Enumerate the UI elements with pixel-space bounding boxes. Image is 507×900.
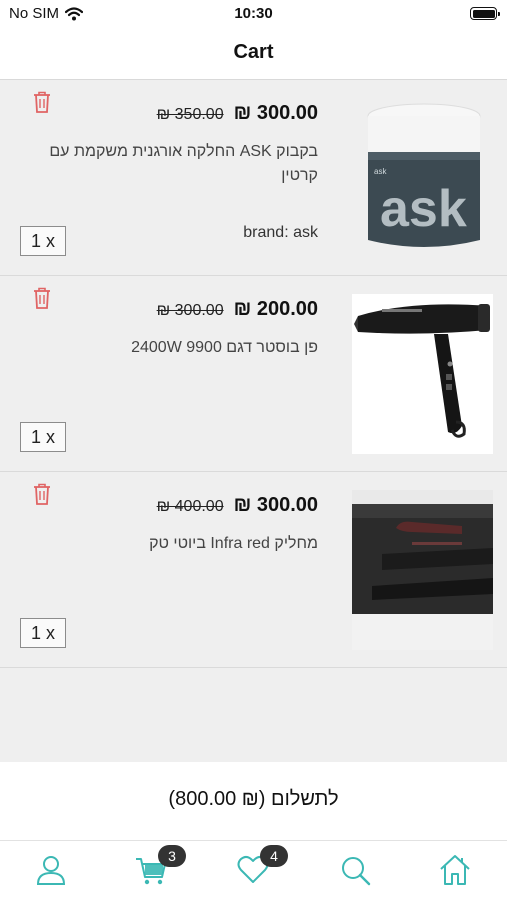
checkout-bar[interactable]: לתשלום (₪ 800.00)	[0, 762, 507, 840]
product-name[interactable]: בקבוק ASK החלקה אורגנית משקמת עם קרטין	[38, 140, 318, 188]
home-icon	[440, 855, 470, 885]
cart-count-badge: 3	[158, 845, 186, 867]
total-to-pay[interactable]: לתשלום (₪ 800.00)	[0, 788, 507, 811]
sale-price: ₪ 300.00	[233, 102, 318, 124]
price-row: ₪ 300.00 ₪ 200.00	[157, 298, 318, 321]
cart-list: ₪ 350.00 ₪ 300.00 בקבוק ASK החלקה אורגני…	[0, 80, 507, 762]
sale-price: ₪ 300.00	[233, 494, 318, 516]
tab-wishlist[interactable]: 4	[236, 845, 288, 887]
trash-icon[interactable]	[32, 90, 52, 114]
product-brand: brand: ask	[243, 224, 318, 241]
wishlist-count-badge: 4	[260, 845, 288, 867]
cart-item-ask-bottle: ₪ 350.00 ₪ 300.00 בקבוק ASK החלקה אורגני…	[0, 80, 507, 276]
tab-cart[interactable]: 3	[134, 845, 186, 887]
search-icon	[342, 857, 371, 886]
quantity-selector[interactable]: 1 x	[20, 422, 66, 452]
sale-price: ₪ 200.00	[233, 298, 318, 320]
svg-text:ask: ask	[380, 180, 467, 238]
cart-item-hair-dryer: ₪ 300.00 ₪ 200.00 פן בוסטר דגם 9900 2400…	[0, 276, 507, 472]
tab-bar: 3 4	[0, 840, 507, 900]
svg-text:ask: ask	[374, 167, 387, 176]
trash-icon[interactable]	[32, 286, 52, 310]
page-title: Cart	[233, 41, 274, 63]
user-icon	[36, 856, 66, 885]
product-name[interactable]: מחליק Infra red ביוטי טק	[38, 532, 318, 556]
navigation-bar: Cart	[0, 28, 507, 80]
tab-search[interactable]	[338, 853, 374, 887]
original-price: ₪ 300.00	[156, 302, 224, 319]
trash-icon[interactable]	[32, 482, 52, 506]
tab-profile[interactable]	[34, 853, 70, 887]
cart-item-straightener: ₪ 400.00 ₪ 300.00 מחליק Infra red ביוטי …	[0, 472, 507, 668]
status-bar: No SIM 10:30	[0, 0, 507, 28]
tab-home[interactable]	[438, 853, 474, 887]
product-image[interactable]	[352, 490, 493, 650]
price-row: ₪ 400.00 ₪ 300.00	[157, 494, 318, 517]
battery-icon	[470, 7, 500, 20]
product-image[interactable]: ask ask	[352, 98, 493, 258]
product-image[interactable]	[352, 294, 493, 454]
original-price: ₪ 400.00	[156, 498, 224, 515]
original-price: ₪ 350.00	[156, 106, 224, 123]
price-row: ₪ 350.00 ₪ 300.00	[157, 102, 318, 125]
clock: 10:30	[234, 5, 273, 22]
quantity-selector[interactable]: 1 x	[20, 618, 66, 648]
quantity-selector[interactable]: 1 x	[20, 226, 66, 256]
product-name[interactable]: פן בוסטר דגם 9900 2400W	[38, 336, 318, 360]
